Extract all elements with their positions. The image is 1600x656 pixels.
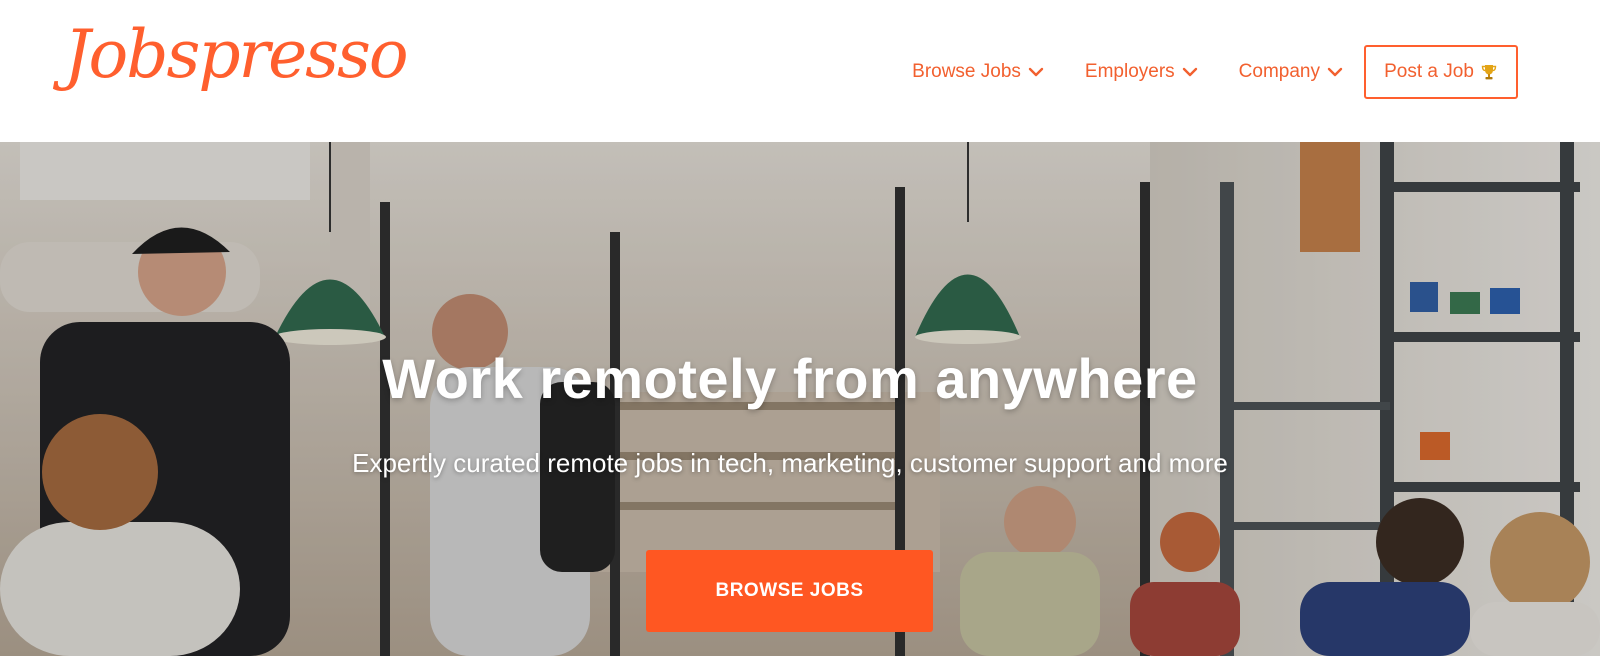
chevron-down-icon	[1182, 67, 1197, 77]
browse-jobs-button[interactable]: BROWSE JOBS	[646, 550, 933, 632]
nav-employers[interactable]: Employers	[1085, 61, 1199, 83]
logo[interactable]: Jobspresso	[64, 22, 409, 88]
nav-browse-jobs[interactable]: Browse Jobs	[912, 61, 1045, 83]
site-header: Jobspresso Browse Jobs Employers Company…	[0, 0, 1600, 142]
trophy-icon	[1481, 65, 1497, 80]
chevron-down-icon	[1028, 67, 1044, 77]
hero-headline: Work remotely from anywhere	[382, 347, 1198, 410]
hero-section: Work remotely from anywhere Expertly cur…	[0, 142, 1600, 656]
nav-browse-jobs-label: Browse Jobs	[912, 61, 1021, 82]
nav-company[interactable]: Company	[1239, 61, 1344, 83]
post-a-job-button[interactable]: Post a Job	[1364, 45, 1518, 99]
chevron-down-icon	[1327, 67, 1343, 77]
hero-subheadline: Expertly curated remote jobs in tech, ma…	[352, 448, 1228, 478]
nav-employers-label: Employers	[1084, 61, 1175, 82]
post-a-job-label: Post a Job	[1384, 61, 1474, 82]
main-nav: Browse Jobs Employers Company Post a Job	[872, 45, 1518, 99]
nav-company-label: Company	[1238, 61, 1320, 82]
